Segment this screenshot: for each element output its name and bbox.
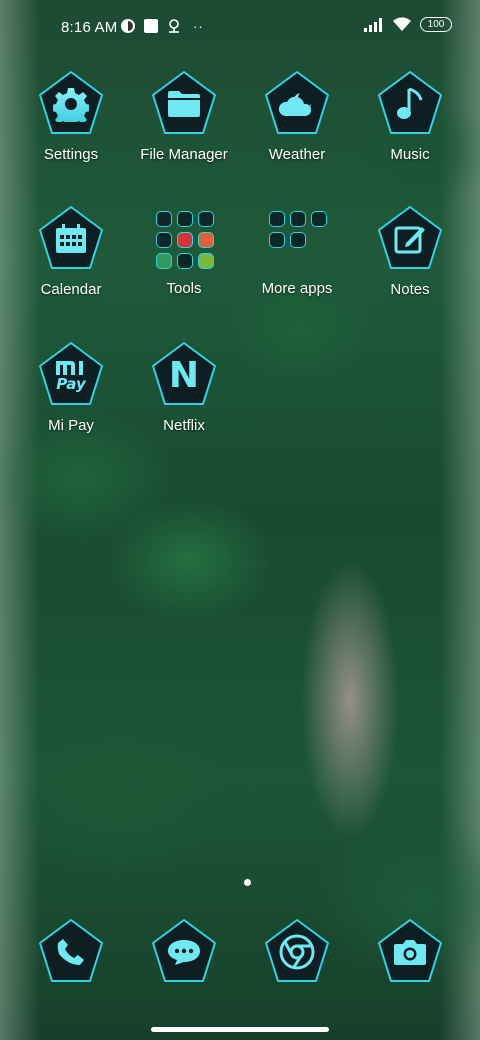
settings-app-icon[interactable] (37, 70, 105, 138)
chrome-app-icon[interactable] (263, 918, 331, 986)
home-gesture-bar[interactable] (151, 1027, 329, 1032)
calculator-icon (177, 211, 193, 227)
app-label: Music (390, 146, 430, 163)
more-apps-folder-preview[interactable] (264, 206, 330, 272)
clock: 8:16 AM (61, 19, 118, 36)
app-calendar[interactable]: Calendar (16, 205, 126, 298)
compass-icon (177, 253, 193, 269)
contacts-icon (156, 211, 172, 227)
folder-label: More apps (261, 280, 333, 297)
vpn-key-icon (169, 19, 179, 33)
file-manager-app-icon[interactable] (150, 70, 218, 138)
gamepad-icon (311, 211, 327, 227)
facebook-icon (290, 211, 306, 227)
calendar-icon (56, 224, 86, 253)
signal-icon (364, 17, 382, 32)
note-pencil-icon (394, 226, 425, 254)
notes-app-icon[interactable] (376, 205, 444, 273)
tools-folder-preview[interactable] (151, 206, 217, 272)
app-netflix[interactable]: N Netflix (129, 341, 239, 434)
folder-more-apps[interactable]: More apps (242, 205, 352, 297)
app-weather[interactable]: Weather (242, 70, 352, 163)
app-label: File Manager (140, 146, 228, 163)
mi-pay-icon: Pay (56, 374, 86, 393)
mi-logo-icon (56, 360, 83, 375)
dock-camera[interactable] (355, 918, 465, 986)
dock-phone[interactable] (16, 918, 126, 986)
wifi-icon (393, 17, 411, 31)
mi-pay-app-icon[interactable]: Pay (37, 341, 105, 409)
app-label: Notes (390, 281, 430, 298)
app-label: Calendar (40, 281, 102, 298)
camera-icon (394, 940, 426, 965)
cleaner-icon (156, 253, 172, 269)
notification-badge-icon (121, 19, 135, 33)
app-label: Mi Pay (48, 417, 94, 434)
app-notes[interactable]: Notes (355, 205, 465, 298)
linkedin-icon (269, 232, 285, 248)
phone-icon (57, 939, 84, 965)
scanner-icon (156, 232, 172, 248)
status-bar: 8:16 AM ·· 100 (0, 0, 480, 56)
gear-icon (53, 88, 89, 122)
recorder-icon (177, 232, 193, 248)
notification-icons: ·· (120, 18, 204, 34)
screen-recorder-icon (198, 232, 214, 248)
camera-app-icon[interactable] (376, 918, 444, 986)
phone-app-icon[interactable] (37, 918, 105, 986)
netflix-n-icon: N (168, 354, 200, 396)
dock-chrome[interactable] (242, 918, 352, 986)
weather-app-icon[interactable] (263, 70, 331, 138)
app-label: Netflix (163, 417, 205, 434)
dock-messages[interactable] (129, 918, 239, 986)
message-icon (168, 940, 200, 965)
app-file-manager[interactable]: File Manager (129, 70, 239, 163)
mi-store-icon (269, 211, 285, 227)
folder-label: Tools (166, 280, 202, 297)
netflix-app-icon[interactable]: N (150, 341, 218, 409)
clock-icon (198, 211, 214, 227)
folder-icon (168, 91, 200, 117)
folder-tools[interactable]: Tools (129, 205, 239, 297)
music-note-icon (397, 87, 423, 119)
chrome-icon (279, 934, 315, 970)
more-notifications: ·· (193, 18, 204, 34)
app-mi-pay[interactable]: Pay Mi Pay (16, 341, 126, 434)
app-label: Weather (268, 146, 326, 163)
calendar-app-icon[interactable] (37, 205, 105, 273)
battery-icon: 100 (420, 17, 452, 32)
music-app-icon[interactable] (376, 70, 444, 138)
gallery-icon (290, 232, 306, 248)
app-label: Settings (43, 146, 99, 163)
page-indicator-dot[interactable] (244, 879, 251, 886)
app-music[interactable]: Music (355, 70, 465, 163)
feedback-icon (198, 253, 214, 269)
square-notification-icon (144, 19, 158, 33)
app-settings[interactable]: Settings (16, 70, 126, 163)
messages-app-icon[interactable] (150, 918, 218, 986)
cloud-moon-icon (278, 93, 312, 116)
